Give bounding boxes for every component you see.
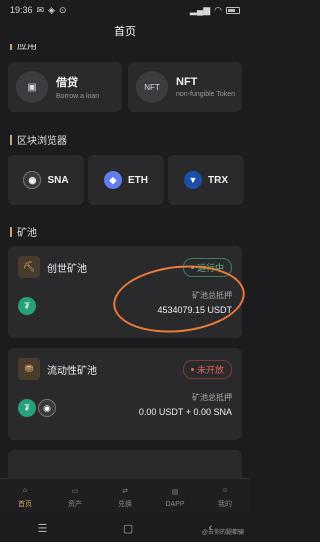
tab-home[interactable]: ⌂ 首页 <box>0 479 50 514</box>
app-title: NFT <box>176 76 198 88</box>
eth-icon: ◆ <box>104 171 122 189</box>
section-title-explorer: 区块浏览器 <box>10 132 67 147</box>
chain-card-trx[interactable]: ▼ TRX <box>168 155 244 205</box>
tab-profile[interactable]: ☺ 我的 <box>200 479 250 514</box>
battery-icon <box>226 6 240 14</box>
home-button-icon[interactable]: ▢ <box>123 522 133 535</box>
status-bar: 19:36 ✉ ◈ ⊙ ▂▄▆ ◠ <box>0 0 250 20</box>
pool-card-genesis[interactable]: ⛏ 创世矿池 运行中 ₮ 矿池总抵押 4534079.15 USDT <box>8 246 242 338</box>
pool-name: 流动性矿池 <box>47 365 97 377</box>
pool-card-partial <box>8 450 242 478</box>
section-title-mining: 矿池 <box>10 224 37 239</box>
app-title: 借贷 <box>56 77 78 89</box>
pool-name: 创世矿池 <box>47 263 87 275</box>
trx-icon: ▼ <box>184 171 202 189</box>
tab-assets[interactable]: ▭ 资产 <box>50 479 100 514</box>
stake-label: 矿池总抵押 <box>192 393 232 402</box>
wallet-icon: ▣ <box>16 71 48 103</box>
app-subtitle: Borrow a loan <box>56 93 100 100</box>
chain-card-eth[interactable]: ◆ ETH <box>88 155 164 205</box>
wifi-icon: ◠ <box>214 4 222 15</box>
pool-card-liquidity[interactable]: ⛃ 流动性矿池 未开放 ₮ ◉ 矿池总抵押 0.00 USDT + 0.00 S… <box>8 348 242 440</box>
stake-value: 4534079.15 USDT <box>157 305 232 315</box>
stake-value: 0.00 USDT + 0.00 SNA <box>138 407 232 417</box>
pool-icon: ⛏ <box>18 256 40 278</box>
watermark: @去你的腿都骗 <box>201 530 244 536</box>
user-icon: ☺ <box>221 487 229 494</box>
sna-icon: ◉ <box>23 171 42 189</box>
location-icon: ⊙ <box>59 4 67 15</box>
notification-icon: ✉ <box>36 4 45 15</box>
app-subtitle: non-fungible Token <box>176 91 236 98</box>
section-title-apps: 应用 <box>10 44 37 50</box>
app-card-borrow[interactable]: ▣ 借贷 Borrow a loan <box>8 62 122 112</box>
chain-card-sna[interactable]: ◉ SNA <box>8 155 84 205</box>
status-time: 19:36 <box>10 5 33 15</box>
tab-swap[interactable]: ⇄ 兑换 <box>100 479 150 514</box>
app-card-nft[interactable]: NFT NFT non-fungible Token <box>128 62 242 112</box>
home-icon: ⌂ <box>22 487 28 494</box>
tab-dapp[interactable]: ▤ DAPP <box>150 479 200 514</box>
swap-icon: ⇄ <box>122 487 128 495</box>
pool-icon: ⛃ <box>18 358 40 380</box>
usdt-icon: ₮ <box>18 399 36 417</box>
stake-label: 矿池总抵押 <box>192 291 232 300</box>
signal-icon: ▂▄▆ <box>189 4 211 15</box>
tab-bar: ⌂ 首页 ▭ 资产 ⇄ 兑换 ▤ DAPP ☺ 我的 <box>0 478 250 514</box>
chain-label: ETH <box>128 174 148 186</box>
status-badge: 未开放 <box>182 359 232 379</box>
nft-icon: NFT <box>136 71 168 103</box>
menu-icon[interactable]: ☰ <box>38 522 48 535</box>
usdt-icon: ₮ <box>18 297 36 315</box>
sna-icon: ◉ <box>38 399 56 417</box>
page-title: 首页 <box>114 26 136 38</box>
chain-label: SNA <box>47 174 69 186</box>
shield-icon: ◈ <box>48 4 55 15</box>
status-badge: 运行中 <box>182 257 232 277</box>
chain-label: TRX <box>208 174 228 186</box>
wallet-icon: ▭ <box>71 487 79 495</box>
dapp-icon: ▤ <box>171 489 179 496</box>
